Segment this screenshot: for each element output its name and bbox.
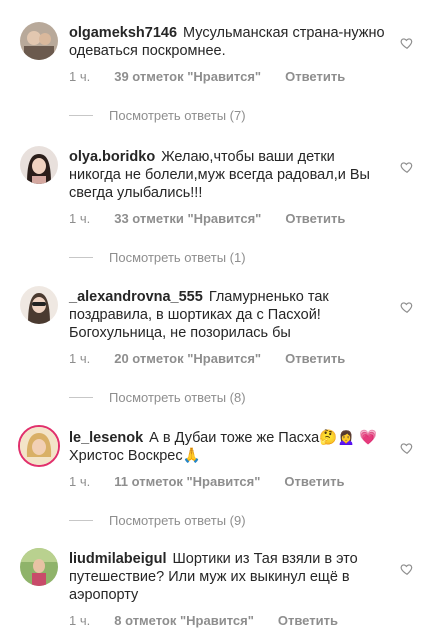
divider [69,257,93,258]
comment-username[interactable]: le_lesenok [69,430,143,446]
comment-body: olya.boridko Желаю,чтобы ваши детки никог… [69,148,389,202]
avatar[interactable] [20,146,58,184]
comment-time: 1 ч. [69,613,91,628]
divider [69,115,93,116]
likes-count[interactable]: 20 отметок "Нравится" [114,351,261,366]
view-replies-label: Посмотреть ответы (1) [109,250,246,265]
like-heart-icon[interactable] [400,36,414,50]
comment-body: le_lesenok А в Дубаи тоже же Пасха🤔🙍‍♀️ 💗… [69,429,389,465]
divider [69,397,93,398]
reply-button[interactable]: Ответить [285,69,345,84]
comment-meta: 1 ч. 11 отметок "Нравится" Ответить [69,474,344,489]
likes-count[interactable]: 39 отметок "Нравится" [114,69,261,84]
avatar[interactable] [20,22,58,60]
likes-count[interactable]: 11 отметок "Нравится" [114,474,260,489]
comment-time: 1 ч. [69,211,91,226]
comment-username[interactable]: olgameksh7146 [69,25,177,41]
comment-time: 1 ч. [69,69,91,84]
view-replies-button[interactable]: Посмотреть ответы (7) [69,108,246,123]
like-heart-icon[interactable] [400,160,414,174]
comment-meta: 1 ч. 39 отметок "Нравится" Ответить [69,69,345,84]
comment-body: olgameksh7146 Мусульманская страна-нужно … [69,24,389,60]
comment-time: 1 ч. [69,351,91,366]
view-replies-button[interactable]: Посмотреть ответы (1) [69,250,246,265]
comment-time: 1 ч. [69,474,91,489]
reply-button[interactable]: Ответить [285,351,345,366]
comment-username[interactable]: _alexandrovna_555 [69,289,203,305]
comment-body: _alexandrovna_555 Гламурненько так поздра… [69,288,389,342]
like-heart-icon[interactable] [400,300,414,314]
divider [69,520,93,521]
reply-button[interactable]: Ответить [278,613,338,628]
comment-meta: 1 ч. 33 отметки "Нравится" Ответить [69,211,345,226]
like-heart-icon[interactable] [400,562,414,576]
comment-username[interactable]: liudmilabeigul [69,551,166,567]
comment-meta: 1 ч. 8 отметок "Нравится" Ответить [69,613,338,628]
view-replies-button[interactable]: Посмотреть ответы (9) [69,513,246,528]
reply-button[interactable]: Ответить [285,211,345,226]
avatar[interactable] [18,425,60,467]
reply-button[interactable]: Ответить [284,474,344,489]
likes-count[interactable]: 8 отметок "Нравится" [114,613,254,628]
avatar[interactable] [20,548,58,586]
like-heart-icon[interactable] [400,441,414,455]
view-replies-label: Посмотреть ответы (8) [109,390,246,405]
view-replies-button[interactable]: Посмотреть ответы (8) [69,390,246,405]
avatar[interactable] [20,286,58,324]
likes-count[interactable]: 33 отметки "Нравится" [114,211,261,226]
view-replies-label: Посмотреть ответы (7) [109,108,246,123]
view-replies-label: Посмотреть ответы (9) [109,513,246,528]
comment-body: liudmilabeigul Шортики из Тая взяли в это… [69,550,389,604]
comment-username[interactable]: olya.boridko [69,149,155,165]
comment-meta: 1 ч. 20 отметок "Нравится" Ответить [69,351,345,366]
